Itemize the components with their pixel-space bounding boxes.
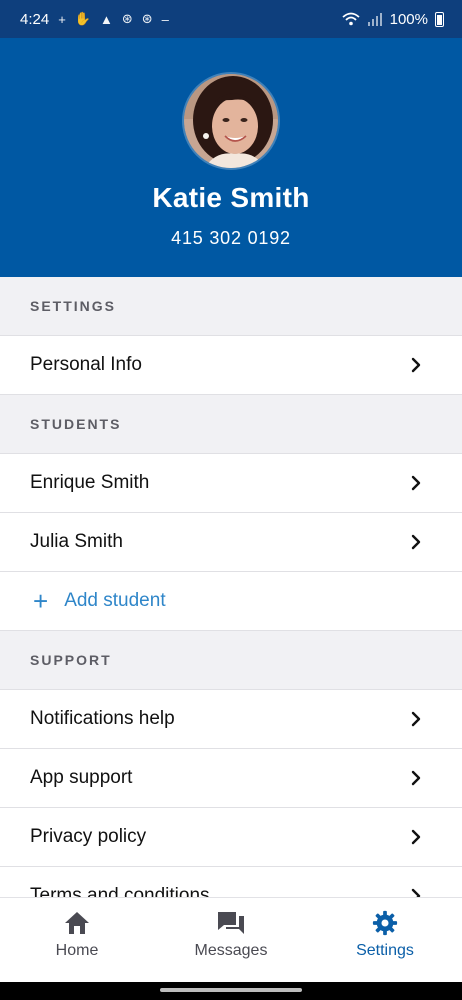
status-right: 100%	[342, 11, 444, 28]
row-label: Enrique Smith	[30, 472, 150, 493]
messages-icon	[218, 912, 244, 934]
profile-header: Katie Smith 415 302 0192	[0, 38, 462, 277]
status-bar: 4:24 + ✋ ▲ ⊛ ⊛ – 100%	[0, 0, 462, 38]
home-icon	[65, 912, 89, 934]
row-label: App support	[30, 767, 133, 788]
profile-name: Katie Smith	[152, 182, 310, 213]
gear-icon	[372, 910, 398, 936]
status-left: 4:24 + ✋ ▲ ⊛ ⊛ –	[20, 11, 169, 28]
nav-home-label: Home	[55, 942, 99, 959]
chevron-right-icon	[411, 534, 421, 550]
plus-icon: +	[33, 586, 49, 616]
status-time: 4:24	[20, 10, 50, 28]
nav-settings[interactable]: Settings	[308, 898, 462, 982]
row-label: Privacy policy	[30, 826, 147, 847]
add-student-button[interactable]: + Add student	[0, 572, 462, 631]
row-label: Personal Info	[30, 354, 142, 375]
avatar[interactable]	[182, 72, 280, 170]
section-header-settings: SETTINGS	[0, 277, 462, 336]
app-support-row[interactable]: App support	[0, 749, 462, 808]
student-row-julia-smith[interactable]: Julia Smith	[0, 513, 462, 572]
notifications-help-row[interactable]: Notifications help	[0, 690, 462, 749]
warning-icon: ▲	[99, 11, 113, 27]
privacy-policy-row[interactable]: Privacy policy	[0, 808, 462, 867]
row-label: Notifications help	[30, 708, 175, 729]
nav-messages[interactable]: Messages	[154, 898, 308, 982]
sync-icon: ⊛	[121, 11, 133, 26]
avatar-image	[184, 74, 278, 168]
chevron-right-icon	[411, 829, 421, 845]
student-row-enrique-smith[interactable]: Enrique Smith	[0, 454, 462, 513]
section-header-support: SUPPORT	[0, 631, 462, 690]
profile-phone: 415 302 0192	[171, 228, 291, 248]
settings-list[interactable]: SETTINGS Personal Info STUDENTS Enrique …	[0, 277, 462, 926]
signal-icon	[367, 13, 382, 26]
plus-icon: +	[58, 11, 66, 27]
wifi-icon	[342, 12, 360, 26]
home-gesture-bar[interactable]	[160, 988, 302, 992]
battery-icon	[435, 11, 444, 27]
hand-icon: ✋	[74, 11, 91, 26]
chevron-right-icon	[411, 711, 421, 727]
personal-info-row[interactable]: Personal Info	[0, 336, 462, 395]
system-gesture-area	[0, 982, 462, 1000]
chevron-right-icon	[411, 770, 421, 786]
battery-percentage: 100%	[389, 10, 428, 28]
minus-icon: –	[161, 11, 169, 27]
section-header-students: STUDENTS	[0, 395, 462, 454]
nav-home[interactable]: Home	[0, 898, 154, 982]
add-student-label: Add student	[64, 590, 166, 611]
bottom-nav: Home Messages Settings	[0, 897, 462, 982]
nav-messages-label: Messages	[194, 942, 268, 959]
row-label: Julia Smith	[30, 531, 123, 552]
sync-icon: ⊛	[141, 11, 153, 26]
nav-settings-label: Settings	[356, 942, 414, 959]
chevron-right-icon	[411, 357, 421, 373]
chevron-right-icon	[411, 475, 421, 491]
